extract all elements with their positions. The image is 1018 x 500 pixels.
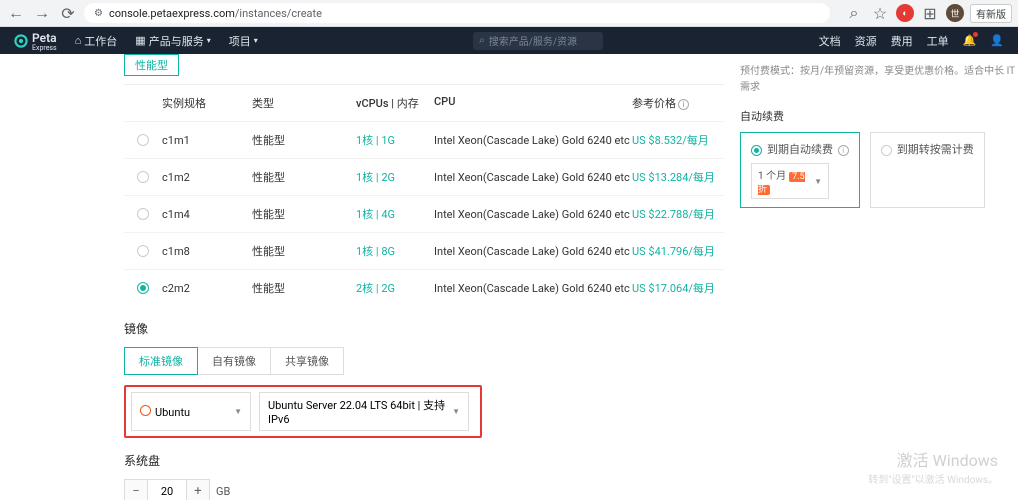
os-version-select[interactable]: Ubuntu Server 22.04 LTS 64bit | 支持IPv6 ▼: [259, 392, 469, 431]
billing-mode-tip: 预付费模式：按月/年预留资源，享受更优惠价格。适合中长 IT需求: [740, 64, 1018, 96]
nav-tickets[interactable]: 工单: [927, 33, 949, 49]
spec-row[interactable]: c1m1 性能型 1核 | 1G Intel Xeon(Cascade Lake…: [124, 121, 724, 158]
stepper-value[interactable]: 20: [148, 479, 186, 500]
bell-icon[interactable]: 🔔: [963, 34, 977, 47]
spec-cpu: 1核 | 2G: [356, 169, 434, 185]
spec-price: US $13.284/每月: [632, 169, 724, 185]
renew-option-off[interactable]: 到期转按需计费: [870, 132, 985, 208]
spec-row[interactable]: c1m4 性能型 1核 | 4G Intel Xeon(Cascade Lake…: [124, 195, 724, 232]
spec-price: US $22.788/每月: [632, 206, 724, 222]
spec-id: c1m8: [162, 245, 252, 258]
spec-cpu: 1核 | 1G: [356, 132, 434, 148]
caret-down-icon: ▼: [814, 177, 822, 186]
logo-icon: [14, 34, 28, 48]
radio-icon[interactable]: [137, 171, 149, 183]
image-tabs: 标准镜像 自有镜像 共享镜像: [124, 347, 730, 375]
spec-header: 实例规格 类型 vCPUs | 内存 CPU 参考价格i: [124, 85, 724, 121]
stepper-plus[interactable]: +: [186, 479, 210, 500]
radio-icon[interactable]: [137, 208, 149, 220]
spec-id: c1m1: [162, 134, 252, 147]
spec-type: 性能型: [252, 132, 356, 148]
image-select-highlight: Ubuntu ▼ Ubuntu Server 22.04 LTS 64bit |…: [124, 385, 482, 438]
ubuntu-icon: [140, 405, 151, 416]
spec-table: 实例规格 类型 vCPUs | 内存 CPU 参考价格i c1m1 性能型 1核…: [124, 84, 724, 306]
user-menu-icon[interactable]: 👤: [990, 34, 1004, 47]
spec-id: c1m4: [162, 208, 252, 221]
caret-down-icon: ▼: [452, 407, 460, 416]
side-panel: 预付费模式：按月/年预留资源，享受更优惠价格。适合中长 IT需求 自动续费 到期…: [730, 54, 1018, 500]
stepper-minus[interactable]: −: [124, 479, 148, 500]
nav-products[interactable]: ▦产品与服务 ▾: [135, 33, 210, 49]
reload-icon[interactable]: ⟳: [58, 3, 78, 23]
info-icon[interactable]: i: [838, 145, 849, 156]
radio-icon[interactable]: [137, 282, 149, 294]
nav-projects[interactable]: 项目 ▾: [229, 33, 258, 49]
image-tab-own[interactable]: 自有镜像: [198, 347, 271, 375]
app-topnav: PetaExpress ⌂工作台 ▦产品与服务 ▾ 项目 ▾ ⌕搜索产品/服务/…: [0, 27, 1018, 54]
home-icon: ⌂: [75, 34, 82, 47]
info-icon[interactable]: i: [678, 99, 689, 110]
url-bar[interactable]: ⚙ console.petaexpress.com/instances/crea…: [84, 3, 830, 23]
nav-workspace[interactable]: ⌂工作台: [75, 33, 118, 49]
spec-processor: Intel Xeon(Cascade Lake) Gold 6240 etc: [434, 208, 632, 221]
spec-processor: Intel Xeon(Cascade Lake) Gold 6240 etc: [434, 245, 632, 258]
extensions-icon[interactable]: ⊞: [920, 3, 940, 23]
radio-icon: [881, 145, 892, 156]
unit-label: GB: [216, 485, 230, 498]
nav-billing[interactable]: 费用: [891, 33, 913, 49]
spec-id: c1m2: [162, 171, 252, 184]
url-path: /instances/create: [235, 7, 322, 20]
nav-search[interactable]: ⌕搜索产品/服务/资源: [473, 32, 603, 50]
spec-row[interactable]: c1m8 性能型 1核 | 8G Intel Xeon(Cascade Lake…: [124, 232, 724, 269]
image-tab-shared[interactable]: 共享镜像: [271, 347, 344, 375]
nav-resources[interactable]: 资源: [855, 33, 877, 49]
lens-icon[interactable]: ⌕: [844, 3, 864, 23]
update-badge[interactable]: 有新版: [970, 4, 1012, 23]
spec-cpu: 2核 | 2G: [356, 280, 434, 296]
grid-icon: ▦: [135, 34, 145, 47]
caret-down-icon: ▼: [234, 407, 242, 416]
forward-icon[interactable]: →: [32, 3, 52, 23]
radio-icon[interactable]: [137, 134, 149, 146]
spec-cpu: 1核 | 4G: [356, 206, 434, 222]
spec-price: US $17.064/每月: [632, 280, 724, 296]
auto-renew-title: 自动续费: [740, 108, 1018, 124]
spec-row[interactable]: c1m2 性能型 1核 | 2G Intel Xeon(Cascade Lake…: [124, 158, 724, 195]
spec-type: 性能型: [252, 243, 356, 259]
spec-row[interactable]: c2m2 性能型 2核 | 2G Intel Xeon(Cascade Lake…: [124, 269, 724, 306]
url-host: console.petaexpress.com: [109, 7, 235, 20]
instance-type-tab[interactable]: 性能型: [124, 54, 179, 76]
bookmark-icon[interactable]: ☆: [870, 3, 890, 23]
spec-type: 性能型: [252, 206, 356, 222]
radio-icon[interactable]: [137, 245, 149, 257]
spec-type: 性能型: [252, 169, 356, 185]
renew-period-select[interactable]: 1 个月7.5折 ▼: [751, 163, 829, 199]
site-info-icon[interactable]: ⚙: [94, 8, 103, 19]
brand-logo[interactable]: PetaExpress: [14, 31, 57, 51]
spec-processor: Intel Xeon(Cascade Lake) Gold 6240 etc: [434, 282, 632, 295]
image-tab-standard[interactable]: 标准镜像: [124, 347, 198, 375]
spec-type: 性能型: [252, 280, 356, 296]
ext-icon-1[interactable]: ◐: [896, 4, 914, 22]
chevron-down-icon: ▾: [207, 36, 211, 45]
sysdisk-title: 系统盘: [124, 452, 730, 469]
windows-watermark: 激活 Windows 转到"设置"以激活 Windows。: [868, 447, 998, 486]
spec-price: US $8.532/每月: [632, 132, 724, 148]
image-section-title: 镜像: [124, 320, 730, 337]
browser-toolbar: ← → ⟳ ⚙ console.petaexpress.com/instance…: [0, 0, 1018, 27]
spec-processor: Intel Xeon(Cascade Lake) Gold 6240 etc: [434, 134, 632, 147]
sysdisk-stepper: − 20 + GB: [124, 479, 730, 500]
spec-cpu: 1核 | 8G: [356, 243, 434, 259]
spec-id: c2m2: [162, 282, 252, 295]
spec-processor: Intel Xeon(Cascade Lake) Gold 6240 etc: [434, 171, 632, 184]
os-select[interactable]: Ubuntu ▼: [131, 392, 251, 431]
profile-avatar[interactable]: 世: [946, 4, 964, 22]
renew-option-on[interactable]: 到期自动续费 i 1 个月7.5折 ▼: [740, 132, 860, 208]
radio-icon: [751, 145, 762, 156]
chevron-down-icon: ▾: [254, 36, 258, 45]
search-icon: ⌕: [479, 35, 485, 46]
nav-docs[interactable]: 文档: [819, 33, 841, 49]
spec-price: US $41.796/每月: [632, 243, 724, 259]
back-icon[interactable]: ←: [6, 3, 26, 23]
